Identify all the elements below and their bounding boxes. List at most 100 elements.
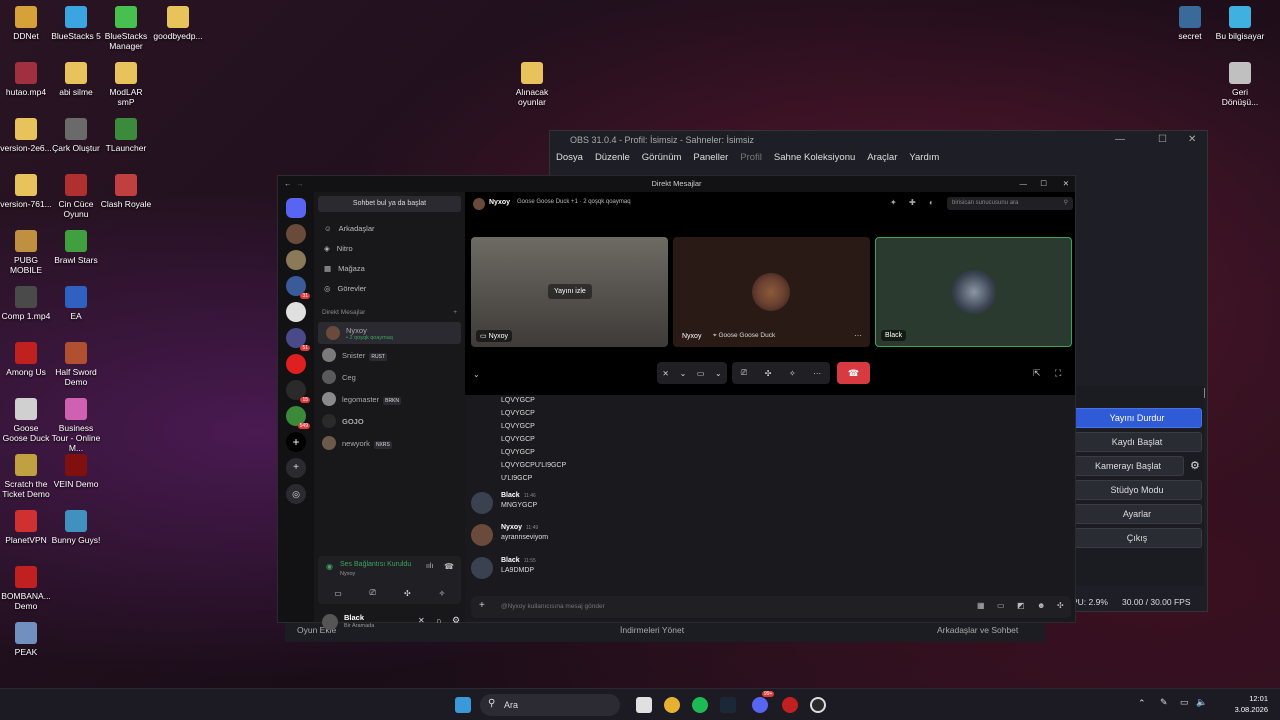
desktop-icon[interactable]: hutao.mp4 — [0, 62, 52, 97]
network-icon[interactable]: ▭ — [1180, 697, 1189, 708]
desktop-icon[interactable]: secret — [1164, 6, 1216, 41]
stream-tile-nyxoy[interactable]: Yayını izle ▭ Nyxoy — [471, 237, 668, 347]
app-icon[interactable] — [782, 697, 798, 713]
obs-menu-item[interactable]: Sahne Koleksiyonu — [774, 152, 855, 166]
desktop-icon[interactable]: PlanetVPN — [0, 510, 52, 545]
maximize-icon[interactable]: ☐ — [1158, 134, 1167, 145]
add-friends-icon[interactable]: ✚ — [909, 198, 916, 207]
obs-menu-item[interactable]: Profil — [740, 152, 762, 166]
server-icon[interactable] — [286, 250, 306, 270]
mic-muted-icon[interactable]: ✕ — [418, 616, 425, 625]
obs-control-button[interactable]: Stüdyo Modu — [1072, 480, 1202, 500]
desktop-icon[interactable]: Bu bilgisayar — [1214, 6, 1266, 41]
chevron-down-icon[interactable]: ⌄ — [680, 369, 687, 378]
windows-start-icon[interactable] — [455, 697, 471, 713]
headset-icon[interactable]: ∩ — [436, 616, 442, 625]
forward-arrow-icon[interactable]: → — [296, 176, 304, 192]
disconnect-icon[interactable]: ☎ — [444, 562, 454, 571]
pop-out-icon[interactable]: ⇱ — [1033, 368, 1041, 379]
obs-control-button[interactable]: Çıkış — [1072, 528, 1202, 548]
server-icon[interactable] — [286, 354, 306, 374]
chevron-up-icon[interactable]: ⌃ — [1138, 698, 1146, 709]
find-conversation-button[interactable]: Sohbet bul ya da başlat — [318, 196, 461, 212]
sticker-icon[interactable]: ◩ — [1017, 601, 1025, 610]
clock[interactable]: 12:01 3.08.2026 — [1214, 693, 1268, 715]
desktop-icon[interactable]: goodbyedp... — [152, 6, 204, 41]
dm-item[interactable]: legomaster BRKN — [314, 388, 465, 410]
explore-icon[interactable]: ◎ — [286, 484, 306, 504]
back-arrow-icon[interactable]: ← — [284, 176, 292, 192]
new-dm-icon[interactable]: + — [453, 309, 457, 316]
desktop-icon[interactable]: Bunny Guys! — [50, 510, 102, 545]
obs-control-button[interactable]: Kamerayı Başlat — [1072, 456, 1184, 476]
desktop-icon[interactable]: Geri Dönüşü... — [1214, 62, 1266, 107]
message-composer[interactable]: + @Nyxoy kullanıcısına mesaj gönder ▦ ▭ … — [471, 596, 1071, 618]
pen-icon[interactable]: ✎ — [1160, 697, 1168, 708]
more-icon[interactable]: ··· — [813, 369, 821, 378]
friends-chat-link[interactable]: Arkadaşlar ve Sohbet — [937, 625, 1018, 635]
obs-control-button[interactable]: Ayarlar — [1072, 504, 1202, 524]
desktop-icon[interactable]: abi silme — [50, 62, 102, 97]
server-icon[interactable]: 31 — [286, 276, 310, 299]
close-icon[interactable]: ✕ — [1188, 134, 1196, 145]
screen-share-icon[interactable]: ⎚ — [358, 586, 387, 600]
desktop-icon[interactable]: DDNet — [0, 6, 52, 41]
obs-menu-item[interactable]: Düzenle — [595, 152, 630, 166]
obs-menu-item[interactable]: Görünüm — [642, 152, 682, 166]
avatar[interactable] — [471, 524, 493, 546]
server-icon[interactable] — [286, 224, 306, 244]
plus-icon[interactable]: + — [479, 600, 485, 611]
screen-share-icon[interactable]: ⎚ — [741, 368, 747, 378]
soundboard-icon[interactable]: ✧ — [789, 369, 796, 378]
desktop-icon[interactable]: Among Us — [0, 342, 52, 377]
minimize-icon[interactable]: — — [1020, 176, 1028, 192]
user-tile-nyxoy[interactable]: Nyxoy ⌖ Goose Goose Duck ··· — [673, 237, 870, 347]
message-author[interactable]: Black — [501, 557, 520, 564]
add-server-icon[interactable]: + — [286, 432, 306, 452]
search-input[interactable]: birisican sunucusunu ara ⚲ — [947, 197, 1073, 210]
desktop-icon[interactable]: PEAK — [0, 622, 52, 657]
watch-stream-button[interactable]: Yayını izle — [548, 284, 592, 299]
dm-item[interactable]: Snister RUST — [314, 344, 465, 366]
call-settings-icon[interactable]: ◐ — [929, 198, 934, 207]
emoji-icon[interactable]: ☻ — [1037, 601, 1045, 610]
avatar[interactable] — [322, 614, 338, 630]
nav-item[interactable]: ◈ Nitro — [314, 238, 465, 258]
desktop-icon[interactable]: version-2e6... — [0, 118, 52, 153]
spotify-icon[interactable] — [692, 697, 708, 713]
desktop-icon[interactable]: BOMBANA... Demo — [0, 566, 52, 611]
dm-item[interactable]: Ceg — [314, 366, 465, 388]
gift-icon[interactable]: ▦ — [977, 601, 985, 610]
desktop-icon[interactable]: TLauncher — [100, 118, 152, 153]
desktop-icon[interactable]: Alınacak oyunlar — [506, 62, 558, 107]
server-icon[interactable]: 549 — [286, 406, 310, 429]
desktop-icon[interactable]: Cin Cüce Oyunu — [50, 174, 102, 219]
chevron-down-icon[interactable]: ⌄ — [715, 369, 722, 378]
desktop-icon[interactable]: Half Sword Demo — [50, 342, 102, 387]
discord-home-icon[interactable] — [286, 198, 306, 218]
dm-item[interactable]: newyork NXRS — [314, 432, 465, 454]
desktop-icon[interactable]: version-761... — [0, 174, 52, 209]
volume-icon[interactable]: 🔈 — [1196, 697, 1207, 708]
desktop-icon[interactable]: Goose Goose Duck — [0, 398, 52, 443]
server-icon[interactable]: 51 — [286, 328, 310, 351]
desktop-icon[interactable]: VEIN Demo — [50, 454, 102, 489]
desktop-icon[interactable]: BlueStacks 5 — [50, 6, 102, 41]
message-author[interactable]: Nyxoy — [501, 524, 522, 531]
obs-menu-item[interactable]: Dosya — [556, 152, 583, 166]
chrome-icon[interactable] — [664, 697, 680, 713]
obs-menu-item[interactable]: Paneller — [693, 152, 728, 166]
minimize-icon[interactable]: — — [1115, 134, 1125, 145]
avatar[interactable] — [471, 557, 493, 579]
desktop-icon[interactable]: Clash Royale — [100, 174, 152, 209]
more-icon[interactable]: ··· — [854, 331, 862, 340]
desktop-icon[interactable]: ModLAR smP — [100, 62, 152, 107]
apps-icon[interactable]: ✣ — [1057, 601, 1064, 610]
gear-icon[interactable]: ⚙ — [452, 615, 460, 626]
nav-item[interactable]: ▦ Mağaza — [314, 258, 465, 278]
dm-item[interactable]: GOJO — [314, 410, 465, 432]
obs-icon[interactable] — [810, 697, 826, 713]
desktop-icon[interactable]: Brawl Stars — [50, 230, 102, 265]
nav-item[interactable]: ◎ Görevler — [314, 278, 465, 298]
discord-icon[interactable]: 99+ — [752, 691, 775, 713]
